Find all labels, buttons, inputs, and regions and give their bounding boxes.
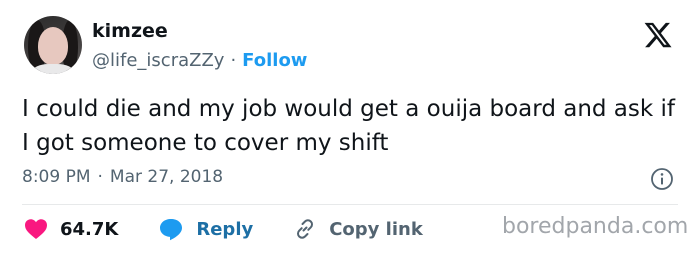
avatar-face	[38, 27, 68, 65]
user-handle[interactable]: @life_iscraZZy	[92, 50, 224, 71]
avatar-shirt	[32, 64, 74, 74]
like-count: 64.7K	[60, 218, 119, 240]
follow-button[interactable]: Follow	[242, 50, 307, 71]
tweet-time: 8:09 PM	[22, 167, 91, 187]
handle-row: @life_iscraZZy · Follow	[92, 50, 307, 71]
speech-bubble-icon	[160, 219, 183, 241]
reply-button[interactable]: Reply	[158, 217, 253, 241]
tweet-timestamp[interactable]: 8:09 PM · Mar 27, 2018	[22, 167, 223, 187]
watermark: boredpanda.com	[502, 214, 689, 239]
handle-separator: ·	[230, 50, 237, 71]
x-logo-icon[interactable]	[642, 20, 674, 50]
like-button[interactable]: 64.7K	[24, 218, 118, 240]
reply-label: Reply	[196, 218, 254, 240]
divider	[22, 204, 678, 205]
tweet-date: Mar 27, 2018	[109, 167, 224, 187]
display-name[interactable]: kimzee	[92, 20, 168, 42]
link-icon	[297, 219, 314, 239]
copy-link-button[interactable]: Copy link	[293, 217, 423, 241]
copy-link-label: Copy link	[329, 218, 423, 240]
tweet-text: I could die and my job would get a ouija…	[22, 96, 676, 156]
heart-icon	[25, 219, 47, 239]
action-bar: 64.7K Reply Copy link	[24, 216, 463, 242]
timestamp-separator: ·	[97, 167, 103, 187]
avatar[interactable]	[24, 16, 82, 74]
info-icon[interactable]	[650, 167, 674, 191]
